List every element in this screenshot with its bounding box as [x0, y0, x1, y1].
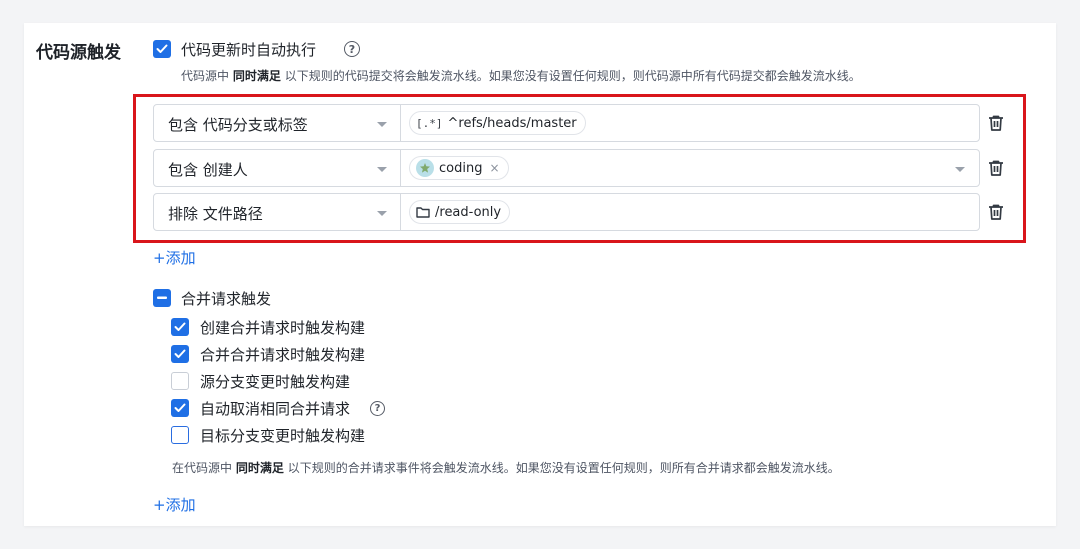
- section-title: 代码源触发: [36, 43, 121, 63]
- user-avatar: [416, 159, 434, 177]
- mr-option-label: 目标分支变更时触发构建: [200, 427, 366, 445]
- value-tag: [.*] ^refs/heads/master: [409, 111, 586, 135]
- mr-trigger-checkbox[interactable]: [153, 289, 171, 307]
- mr-option-checkbox[interactable]: [171, 426, 189, 444]
- mr-option-label: 合并合并请求时触发构建: [200, 346, 366, 364]
- trash-icon[interactable]: [987, 159, 1005, 177]
- rule-condition-select[interactable]: 排除 文件路径: [153, 193, 401, 231]
- mr-option-checkbox[interactable]: [171, 345, 189, 363]
- rule-row: 包含 创建人 coding ×: [153, 149, 1003, 187]
- chevron-down-icon: [377, 211, 387, 216]
- value-tag: /read-only: [409, 200, 511, 224]
- rule-value-field[interactable]: [.*] ^refs/heads/master: [400, 104, 980, 142]
- add-rule-button[interactable]: +添加: [153, 247, 196, 268]
- chevron-down-icon[interactable]: [955, 167, 965, 172]
- mr-option-checkbox[interactable]: [171, 318, 189, 336]
- mr-option-label: 自动取消相同合并请求: [200, 400, 351, 418]
- rule-row: 排除 文件路径 /read-only: [153, 193, 1003, 231]
- chevron-down-icon: [377, 122, 387, 127]
- add-mr-rule-button[interactable]: +添加: [153, 494, 196, 515]
- trash-icon[interactable]: [987, 114, 1005, 132]
- folder-icon: [416, 207, 430, 218]
- help-icon[interactable]: ?: [344, 41, 360, 57]
- push-trigger-description: 代码源中 同时满足 以下规则的代码提交将会触发流水线。如果您没有设置任何规则，则…: [181, 69, 861, 83]
- mr-trigger-label: 合并请求触发: [181, 290, 272, 308]
- remove-tag-icon[interactable]: ×: [489, 161, 499, 175]
- mr-trigger-description: 在代码源中 同时满足 以下规则的合并请求事件将会触发流水线。如果您没有设置任何规…: [172, 461, 840, 475]
- push-trigger-label: 代码更新时自动执行: [181, 41, 317, 59]
- mr-option-checkbox[interactable]: [171, 399, 189, 417]
- mr-option-label: 源分支变更时触发构建: [200, 373, 351, 391]
- mr-option-checkbox[interactable]: [171, 372, 189, 390]
- mr-option-label: 创建合并请求时触发构建: [200, 319, 366, 337]
- chevron-down-icon: [377, 167, 387, 172]
- push-trigger-checkbox[interactable]: [153, 40, 171, 58]
- rule-condition-select[interactable]: 包含 创建人: [153, 149, 401, 187]
- rule-condition-select[interactable]: 包含 代码分支或标签: [153, 104, 401, 142]
- rule-value-field[interactable]: /read-only: [400, 193, 980, 231]
- value-tag: coding ×: [409, 156, 509, 180]
- rule-row: 包含 代码分支或标签 [.*] ^refs/heads/master: [153, 104, 1003, 142]
- regex-icon: [.*]: [416, 116, 443, 130]
- trash-icon[interactable]: [987, 203, 1005, 221]
- help-icon[interactable]: ?: [370, 401, 385, 416]
- rule-value-field[interactable]: coding ×: [400, 149, 980, 187]
